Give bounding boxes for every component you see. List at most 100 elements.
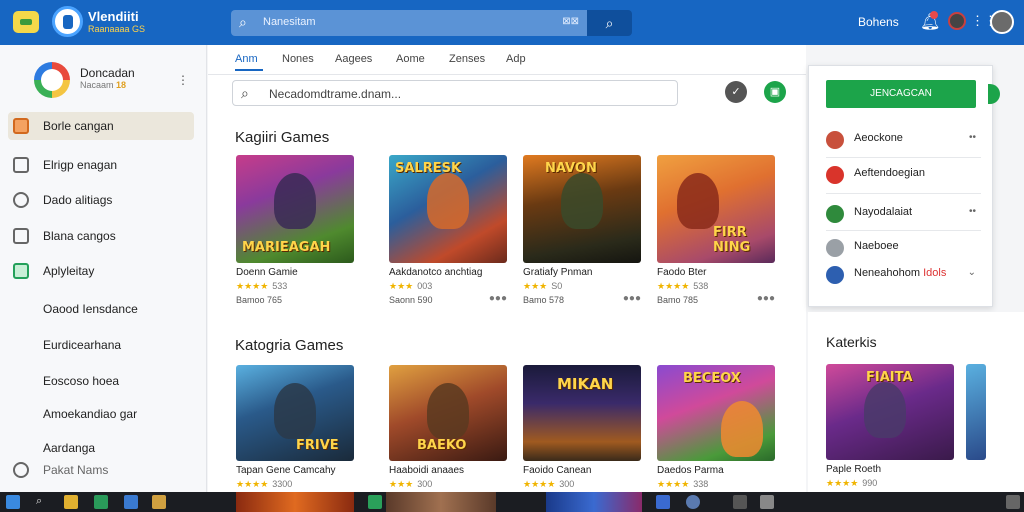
brand-logo[interactable] bbox=[52, 6, 83, 37]
taskbar-preview[interactable] bbox=[236, 492, 354, 512]
calendar-icon bbox=[13, 157, 29, 173]
image-icon[interactable]: ▣ bbox=[764, 81, 786, 103]
right-panel: Katerkis FIAITA Paple Roeth ★★★★ 990 bbox=[808, 312, 1024, 492]
game-title: Gratiafy Pnman bbox=[523, 267, 593, 278]
tab-5[interactable]: Adp bbox=[506, 53, 526, 65]
side-action-tab[interactable] bbox=[988, 84, 1000, 104]
app-icon[interactable] bbox=[152, 495, 166, 509]
sidebar-item-4[interactable]: Aplyleitay bbox=[8, 257, 194, 285]
user-menu-label[interactable]: Bohens bbox=[858, 15, 899, 29]
star-rating: ★★★ S0 bbox=[523, 281, 563, 291]
search-icon: ⌕ bbox=[605, 15, 614, 31]
sidebar-item-0[interactable]: Borle cangan bbox=[8, 112, 194, 140]
game-thumbnail[interactable]: MIKAN bbox=[523, 365, 641, 461]
sidebar-item-3[interactable]: Blana cangos bbox=[8, 222, 194, 250]
character-figure bbox=[721, 401, 763, 457]
app-icon[interactable] bbox=[124, 495, 138, 509]
search-icon[interactable]: ⌕ bbox=[36, 495, 50, 509]
sidebar-item-10[interactable]: Pakat Nams bbox=[8, 456, 194, 484]
character-figure bbox=[427, 173, 469, 229]
thumbnail-caption: MIKAN bbox=[557, 375, 614, 393]
library-icon bbox=[13, 228, 29, 244]
taskbar-preview[interactable] bbox=[386, 492, 496, 512]
tab-4[interactable]: Zenses bbox=[449, 53, 485, 65]
brand-subtitle: Raanaaaa GS bbox=[88, 24, 146, 34]
more-options-icon[interactable]: ●●● bbox=[757, 293, 775, 304]
dropdown-item[interactable]: Naeboee bbox=[809, 232, 994, 262]
brand-name: Vlendiiti bbox=[88, 9, 139, 24]
game-icon bbox=[826, 205, 844, 223]
character-figure bbox=[677, 173, 719, 229]
primary-action-button[interactable]: JENCAGCAN bbox=[826, 80, 976, 108]
character-figure bbox=[274, 383, 316, 439]
more-options-icon[interactable]: ●●● bbox=[489, 293, 507, 304]
check-icon[interactable]: ✓ bbox=[725, 81, 747, 103]
dropdown-item[interactable]: Aeockone •• bbox=[809, 124, 994, 154]
right-panel-title: Katerkis bbox=[826, 334, 877, 350]
user-avatar[interactable] bbox=[990, 10, 1014, 34]
sidebar-item-label: Eurdicearhana bbox=[43, 338, 122, 352]
chevron-down-icon[interactable]: ⌄ bbox=[968, 267, 976, 278]
sidebar-item-label: Aplyleitay bbox=[43, 264, 95, 278]
tab-3[interactable]: Aome bbox=[396, 53, 425, 65]
sidebar-item-label: Eoscoso hoea bbox=[43, 374, 120, 388]
store-icon bbox=[13, 118, 29, 134]
game-thumbnail[interactable] bbox=[966, 364, 986, 460]
more-options-icon[interactable]: •• bbox=[969, 206, 976, 217]
profile-avatar[interactable] bbox=[34, 62, 70, 98]
game-thumbnail[interactable]: BECEOX bbox=[657, 365, 775, 461]
tab-0[interactable]: Anm bbox=[235, 53, 258, 65]
game-thumbnail[interactable]: FRIVE bbox=[236, 365, 354, 461]
game-thumbnail[interactable]: FIRR NING bbox=[657, 155, 775, 263]
profile-name: Doncadan bbox=[80, 66, 135, 80]
start-icon[interactable] bbox=[6, 495, 20, 509]
app-icon[interactable] bbox=[94, 495, 108, 509]
profile-subtitle: Nacaam 18 bbox=[80, 80, 127, 90]
sidebar-item-5[interactable]: Oaood Iensdance bbox=[8, 295, 194, 323]
sidebar-item-2[interactable]: Dado alitiags bbox=[8, 186, 194, 214]
game-title: Faoido Canean bbox=[523, 465, 592, 476]
game-thumbnail[interactable]: NAVON bbox=[523, 155, 641, 263]
sidebar-item-label: Blana cangos bbox=[43, 229, 116, 243]
more-options-icon[interactable]: ⋮ bbox=[177, 73, 189, 87]
notification-icon[interactable] bbox=[1006, 495, 1020, 509]
game-title: Doenn Gamie bbox=[236, 267, 298, 278]
game-thumbnail[interactable]: BAEKO bbox=[389, 365, 507, 461]
filter-input[interactable]: ⌕ Necadomdtrame.dnam... bbox=[232, 80, 678, 106]
game-meta: Saonn 590 bbox=[389, 295, 433, 305]
folder-icon[interactable] bbox=[64, 495, 78, 509]
dropdown-item-label: Aeockone bbox=[854, 132, 903, 144]
game-icon bbox=[826, 266, 844, 284]
app-launcher-icon[interactable] bbox=[13, 11, 39, 33]
more-options-icon[interactable]: ●●● bbox=[623, 293, 641, 304]
sidebar-item-6[interactable]: Eurdicearhana bbox=[8, 331, 194, 359]
search-button[interactable]: ⌕ bbox=[587, 10, 632, 36]
dropdown-item[interactable]: Aeftendoegian bbox=[809, 159, 994, 189]
sidebar-item-8[interactable]: Amoekandiao gar bbox=[8, 400, 194, 428]
character-figure bbox=[561, 173, 603, 229]
top-bar: Vlendiiti Raanaaaa GS ⌕ Nanesitam ⊠⊠ ⌕ B… bbox=[0, 0, 1024, 45]
tab-1[interactable]: Nones bbox=[282, 53, 314, 65]
friend-avatar[interactable] bbox=[948, 12, 966, 30]
tab-2[interactable]: Aagees bbox=[335, 53, 372, 65]
dropdown-item[interactable]: Nayodalaiat •• bbox=[809, 198, 994, 228]
dropdown-item-label: Aeftendoegian bbox=[854, 167, 925, 179]
thumbnail-caption: SALRESK bbox=[395, 161, 462, 176]
app-icon[interactable] bbox=[368, 495, 382, 509]
app-icon[interactable] bbox=[686, 495, 700, 509]
app-icon[interactable] bbox=[760, 495, 774, 509]
search-input[interactable]: ⌕ Nanesitam ⊠⊠ bbox=[231, 10, 587, 36]
app-icon[interactable] bbox=[656, 495, 670, 509]
sidebar-item-7[interactable]: Eoscoso hoea bbox=[8, 367, 194, 395]
game-thumbnail[interactable]: FIAITA bbox=[826, 364, 954, 460]
dropdown-item[interactable]: Neneahohom Idols ⌄ bbox=[809, 259, 994, 289]
game-title: Daedos Parma bbox=[657, 465, 724, 476]
more-options-icon[interactable]: •• bbox=[969, 132, 976, 143]
app-icon[interactable] bbox=[733, 495, 747, 509]
game-title: Paple Roeth bbox=[826, 464, 882, 475]
game-thumbnail[interactable]: MARIEAGAH bbox=[236, 155, 354, 263]
search-placeholder: Nanesitam bbox=[263, 16, 316, 28]
sidebar-item-1[interactable]: Elrigp enagan bbox=[8, 151, 194, 179]
game-thumbnail[interactable]: SALRESK bbox=[389, 155, 507, 263]
taskbar-preview[interactable] bbox=[546, 492, 642, 512]
